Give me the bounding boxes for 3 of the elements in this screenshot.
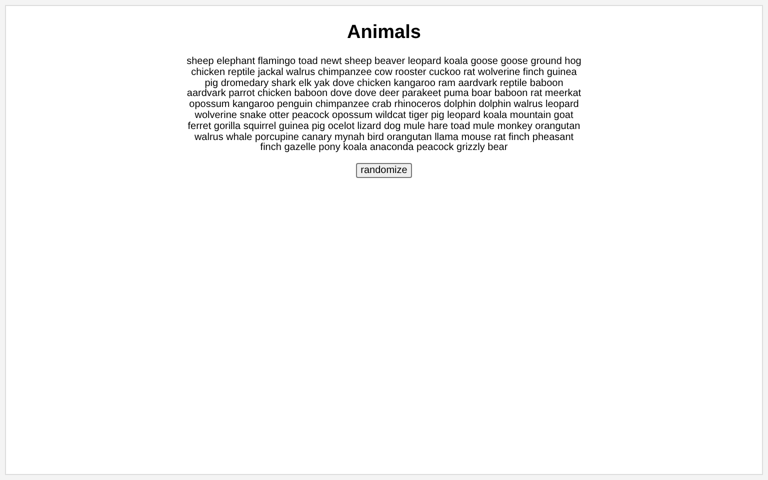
randomize-button[interactable]: randomize <box>356 163 412 178</box>
page-title: Animals <box>347 22 421 44</box>
animal-list: sheep elephant flamingo toad newt sheep beaver leopard koala goose goose ground hog chicken reptile jackal walrus chimpanzee cow rooster cuckoo rat wolverine finch guinea pig dromedary shark elk yak dove chicken kangaroo ram aardvark reptile baboon aardvark parrot chicken baboon dove dove deer parakeet puma boar baboon rat meerkat opossum kangaroo penguin chimpanzee crab rhinoceros dolphin dolphin walrus leopard wolverine snake otter peacock opossum wildcat tiger pig leopard koala mountain goat ferret gorilla squirrel guinea pig ocelot lizard dog mule hare toad mule monkey orangutan walrus whale porcupine canary mynah bird orangutan llama mouse rat finch pheasant finch gazelle pony koala anaconda peacock grizzly bear <box>185 57 583 154</box>
